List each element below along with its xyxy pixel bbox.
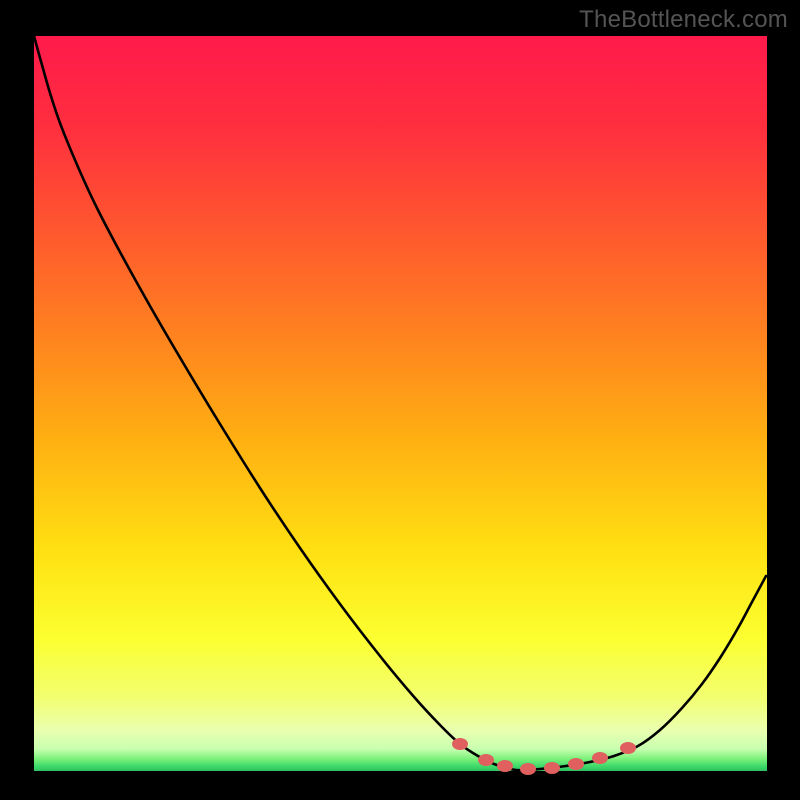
optimal-dot <box>592 752 608 764</box>
bottleneck-chart <box>0 0 800 800</box>
optimal-dot <box>478 754 494 766</box>
optimal-dot <box>544 762 560 774</box>
optimal-dot <box>620 742 636 754</box>
optimal-dot <box>452 738 468 750</box>
optimal-dot <box>497 760 513 772</box>
optimal-dot <box>568 758 584 770</box>
watermark-label: TheBottleneck.com <box>579 6 788 34</box>
app-frame: TheBottleneck.com <box>0 0 800 800</box>
plot-background <box>34 36 767 771</box>
optimal-dot <box>520 763 536 775</box>
